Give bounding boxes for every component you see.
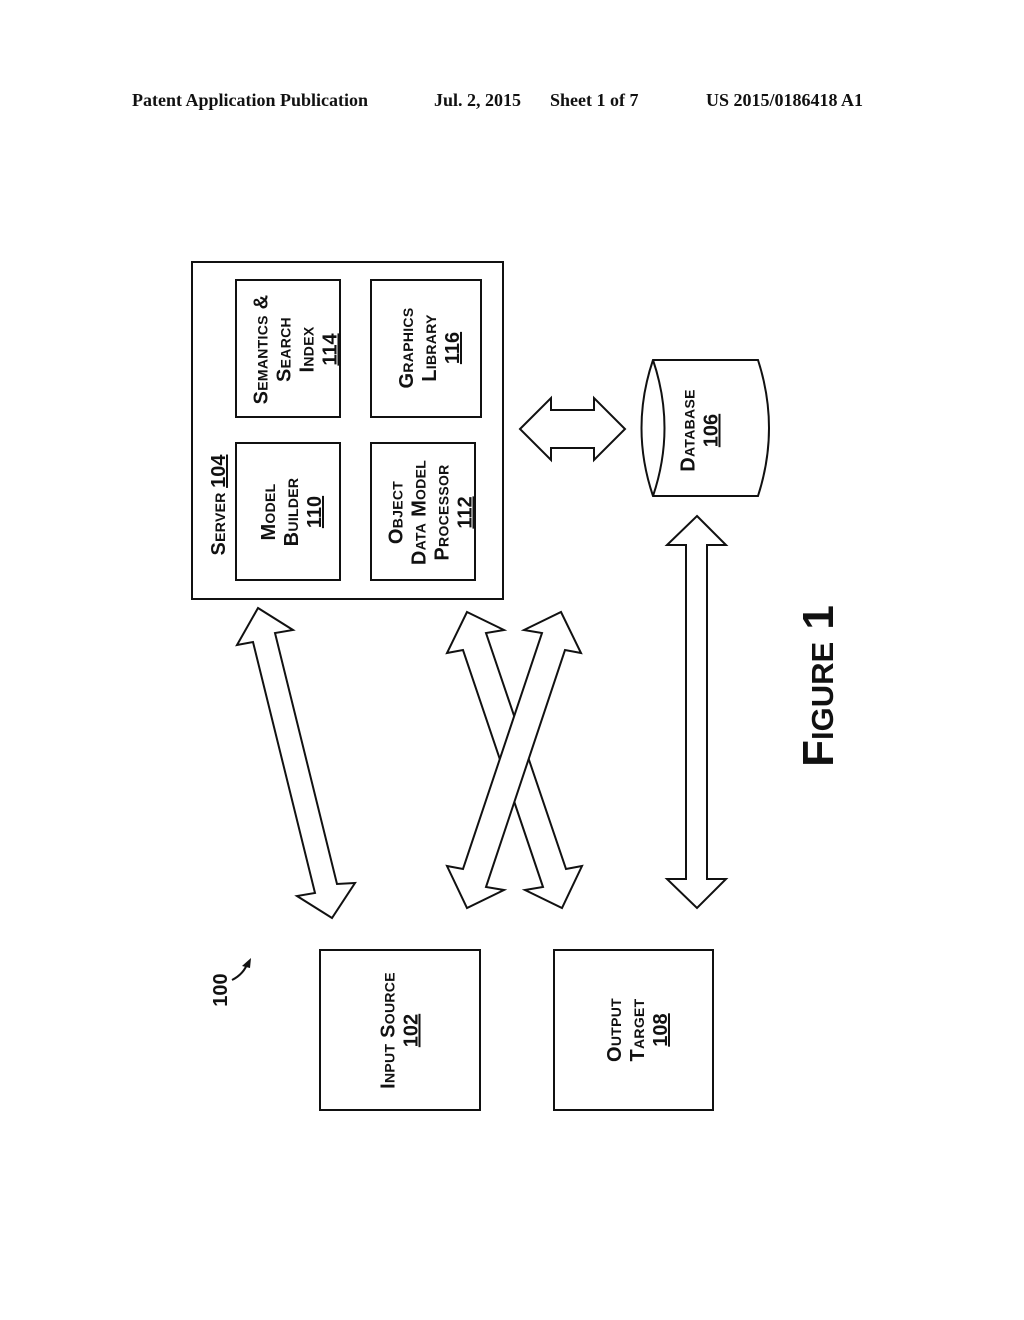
server-input-arrow: [235, 606, 357, 920]
object-data-model-processor-label: Object Data Model Processor 112: [385, 443, 477, 583]
output-target-line2: Target: [627, 998, 649, 1062]
model-builder-line2: Builder: [281, 477, 303, 547]
server-label: Server 104: [208, 430, 238, 580]
input-source-label: Input Source 102: [378, 951, 423, 1111]
model-builder-label: Model Builder 110: [258, 442, 326, 582]
ssi-line2: Search: [273, 317, 296, 382]
odmp-ref: 112: [454, 496, 477, 529]
output-target-ref: 108: [650, 1013, 672, 1047]
reference-arrowhead-icon: [242, 958, 251, 968]
figure-label: Figure 1: [794, 605, 843, 767]
model-builder-ref: 110: [304, 495, 326, 529]
model-builder-line1: Model: [258, 483, 280, 541]
graphics-library-ref: 116: [442, 331, 464, 365]
database-ref: 106: [700, 413, 723, 448]
ssi-line3: Index: [296, 326, 319, 373]
server-label-text: Server: [208, 492, 230, 556]
database-label-text: Database: [677, 389, 700, 472]
odmp-line3: Processor: [431, 464, 454, 561]
figure-diagram: [191, 261, 770, 1111]
server-ref: 104: [208, 454, 230, 488]
graphics-library-label: Graphics Library 116: [396, 278, 464, 418]
output-target-label: Output Target 108: [604, 950, 672, 1110]
ssi-ref: 114: [319, 333, 342, 366]
odmp-line1: Object: [385, 480, 408, 545]
system-reference-number: 100: [210, 973, 232, 1007]
input-source-label-text: Input Source: [377, 972, 400, 1089]
database-output-arrow: [664, 514, 729, 910]
input-source-ref: 102: [400, 1013, 423, 1048]
database-label: Database 106: [678, 361, 723, 501]
ssi-line1: Semantics &: [250, 294, 273, 405]
graphics-library-line2: Library: [419, 314, 441, 382]
semantics-search-index-label: Semantics & Search Index 114: [250, 280, 342, 420]
graphics-library-line1: Graphics: [396, 307, 418, 389]
output-target-line1: Output: [604, 997, 626, 1063]
odmp-line2: Data Model: [408, 459, 431, 566]
server-database-arrow: [518, 395, 627, 463]
